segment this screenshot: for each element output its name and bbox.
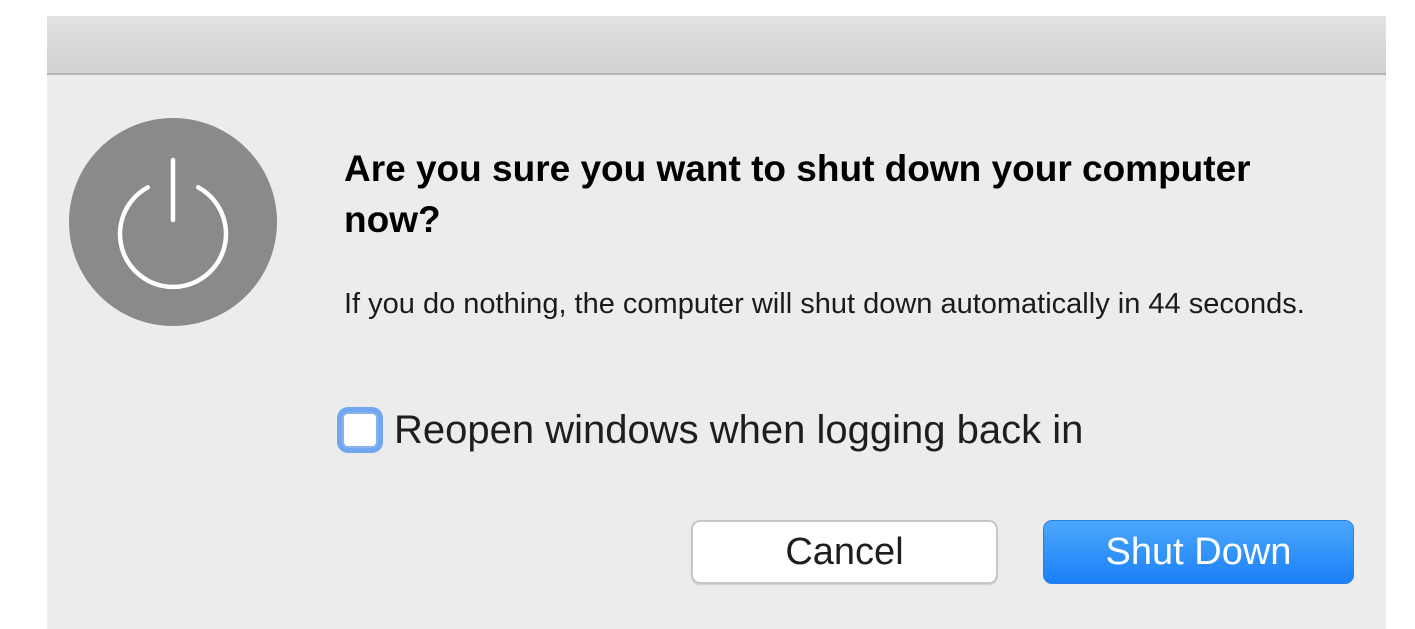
shut-down-button[interactable]: Shut Down	[1043, 520, 1354, 584]
cancel-button[interactable]: Cancel	[691, 520, 998, 584]
checkbox-box	[342, 412, 378, 448]
power-icon	[69, 118, 277, 326]
window-titlebar	[47, 16, 1386, 75]
dialog-message: If you do nothing, the computer will shu…	[344, 288, 1305, 320]
shutdown-dialog: Are you sure you want to shut down your …	[47, 16, 1386, 629]
reopen-windows-checkbox[interactable]	[337, 407, 383, 453]
reopen-windows-option[interactable]: Reopen windows when logging back in	[337, 400, 1083, 460]
dialog-title: Are you sure you want to shut down your …	[344, 148, 1251, 240]
reopen-windows-label[interactable]: Reopen windows when logging back in	[394, 408, 1083, 453]
